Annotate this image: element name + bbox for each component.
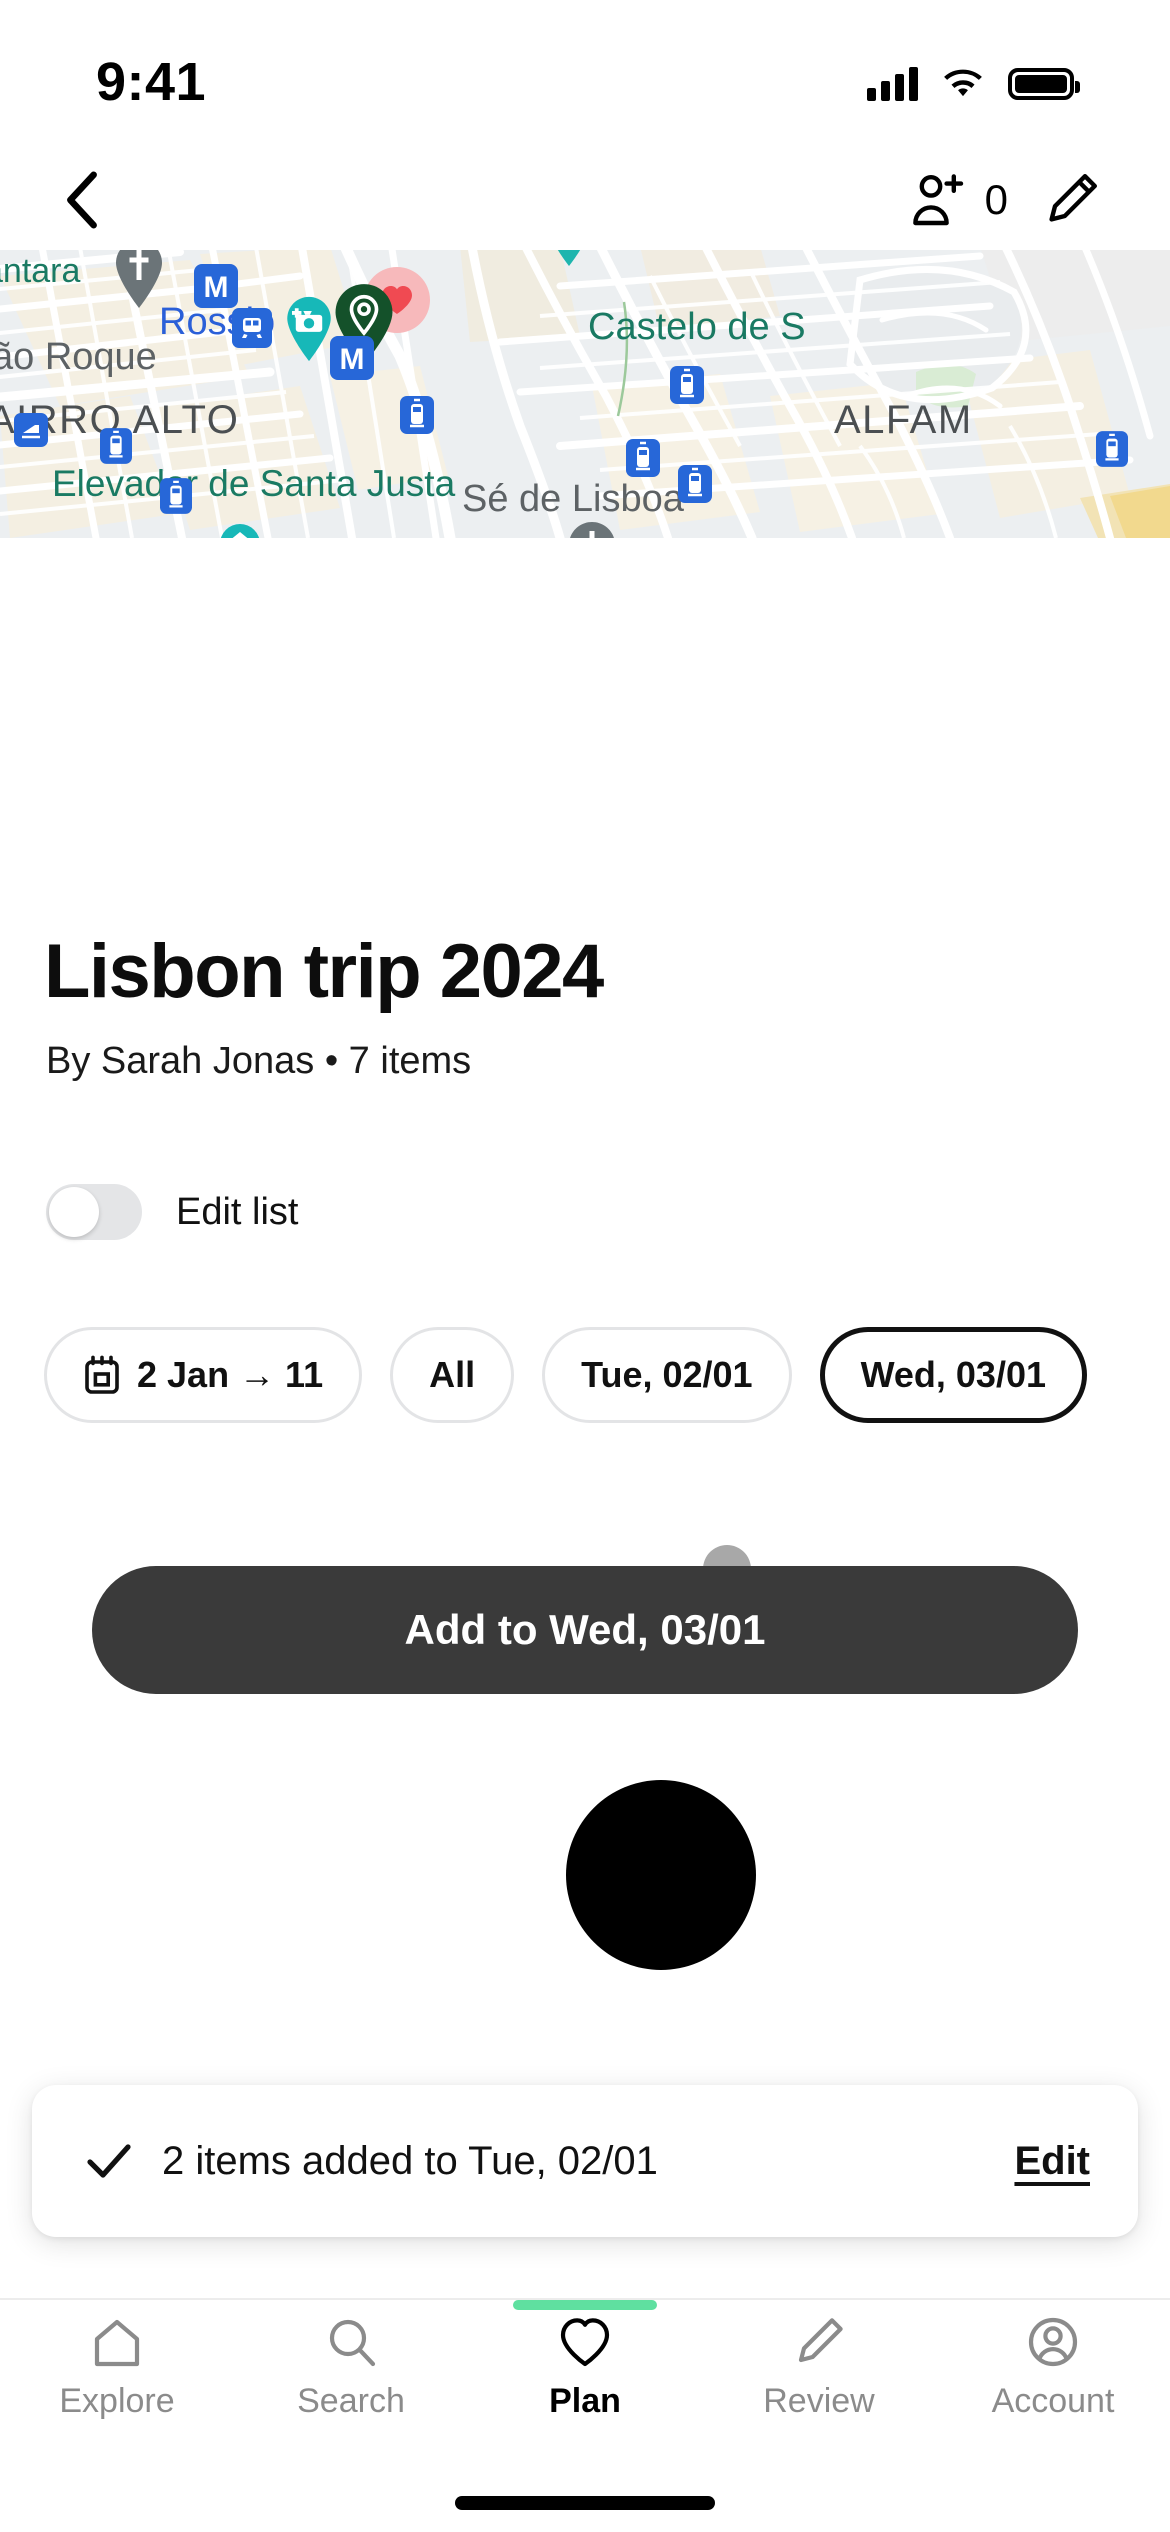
tram-badge	[100, 428, 132, 464]
tab-label: Plan	[549, 2382, 621, 2420]
chevron-left-icon	[67, 171, 97, 229]
chip-label: Tue, 02/01	[581, 1354, 753, 1395]
tab-account[interactable]: Account	[936, 2314, 1170, 2458]
map-label: Sé de Lisboa	[462, 478, 684, 520]
checkmark-icon	[87, 2144, 131, 2178]
active-tab-indicator	[513, 2300, 657, 2310]
battery-full-icon	[1008, 68, 1080, 100]
calendar-icon	[83, 1355, 121, 1395]
chip-wed-03-01[interactable]: Wed, 03/01	[819, 1327, 1087, 1423]
bottom-tab-bar: Explore Search Plan Review Account	[0, 2298, 1170, 2532]
church-pin[interactable]	[113, 246, 165, 310]
list-meta: By Sarah Jonas • 7 items	[46, 1040, 472, 1082]
tab-explore[interactable]: Explore	[0, 2314, 234, 2458]
pencil-icon	[798, 2318, 843, 2363]
photo-pin[interactable]	[284, 295, 334, 363]
svg-text:M: M	[340, 343, 365, 376]
tab-search[interactable]: Search	[234, 2314, 468, 2458]
edit-list-toggle-row: Edit list	[46, 1184, 298, 1240]
edit-list-toggle-label: Edit list	[176, 1190, 299, 1233]
floating-action-button[interactable]	[566, 1780, 756, 1970]
funicular-badge	[14, 413, 48, 447]
home-icon	[94, 2319, 140, 2367]
tab-label: Explore	[59, 2382, 175, 2420]
add-to-day-button[interactable]: Add to Wed, 03/01	[92, 1566, 1078, 1694]
status-bar-time: 9:41	[96, 52, 207, 112]
tram-badge	[678, 465, 712, 503]
svg-text:M: M	[204, 271, 229, 304]
status-bar: 9:41	[0, 0, 1170, 150]
date-filter-chips[interactable]: 2 Jan → 11 All Tue, 02/01 Wed, 03/01	[44, 1322, 1170, 1428]
chip-all[interactable]: All	[390, 1327, 515, 1423]
tab-label: Review	[763, 2382, 875, 2420]
search-icon	[329, 2319, 376, 2367]
user-circle-icon	[1028, 2317, 1078, 2367]
edit-list-toggle[interactable]	[46, 1184, 142, 1240]
train-badge	[232, 308, 272, 348]
map-label: Castelo de S	[588, 306, 806, 348]
home-indicator	[455, 2496, 715, 2510]
app-screen: 9:41 0 ntara Rossio ão Roque AIRRO ALTO …	[0, 0, 1170, 2532]
metro-badge: M	[330, 336, 374, 380]
tab-review[interactable]: Review	[702, 2314, 936, 2458]
chip-date-range[interactable]: 2 Jan → 11	[44, 1327, 363, 1423]
map-label: ALFAM	[834, 398, 973, 442]
collaborator-count: 0	[984, 176, 1008, 223]
tab-plan[interactable]: Plan	[468, 2300, 702, 2458]
map-label: antara	[0, 252, 81, 290]
back-button[interactable]	[60, 169, 104, 231]
edit-list-button[interactable]	[1042, 171, 1100, 229]
toast-edit-action[interactable]: Edit	[1014, 2139, 1090, 2184]
metro-badge: M	[194, 264, 238, 308]
pencil-icon	[1049, 174, 1097, 222]
tram-badge	[160, 478, 192, 514]
add-person-icon	[912, 174, 963, 226]
tab-list: Explore Search Plan Review Account	[0, 2300, 1170, 2458]
church-pin[interactable]	[566, 520, 618, 538]
map-label: ão Roque	[0, 336, 157, 378]
toast-notification: 2 items added to Tue, 02/01 Edit	[32, 2085, 1138, 2237]
page-title: Lisbon trip 2024	[44, 929, 604, 1014]
tram-badge	[626, 439, 660, 477]
wifi-icon	[944, 69, 982, 97]
map-preview[interactable]: antara Rossio ão Roque AIRRO ALTO Elevad…	[0, 246, 1170, 538]
status-bar-indicators	[867, 67, 1080, 101]
toggle-knob	[49, 1187, 99, 1237]
tram-badge	[670, 366, 704, 404]
chip-label: All	[429, 1354, 476, 1395]
chip-label: Wed, 03/01	[860, 1354, 1046, 1395]
navigation-bar: 0	[0, 150, 1170, 250]
tab-label: Search	[297, 2382, 405, 2420]
chip-label: 2 Jan → 11	[137, 1354, 324, 1395]
cellular-signal-icon	[867, 67, 918, 101]
toast-content: 2 items added to Tue, 02/01	[86, 2139, 1014, 2184]
tram-badge	[400, 396, 434, 434]
chip-tue-02-01[interactable]: Tue, 02/01	[542, 1327, 792, 1423]
toast-message: 2 items added to Tue, 02/01	[162, 2138, 658, 2183]
invite-collaborators-button[interactable]: 0	[909, 172, 1008, 228]
heart-icon	[560, 2318, 610, 2367]
metro-badge	[220, 524, 260, 538]
map-label: Elevador de Santa Justa	[52, 463, 456, 504]
tram-badge	[1096, 431, 1128, 467]
tab-label: Account	[991, 2382, 1115, 2420]
navigation-actions: 0	[909, 171, 1100, 229]
